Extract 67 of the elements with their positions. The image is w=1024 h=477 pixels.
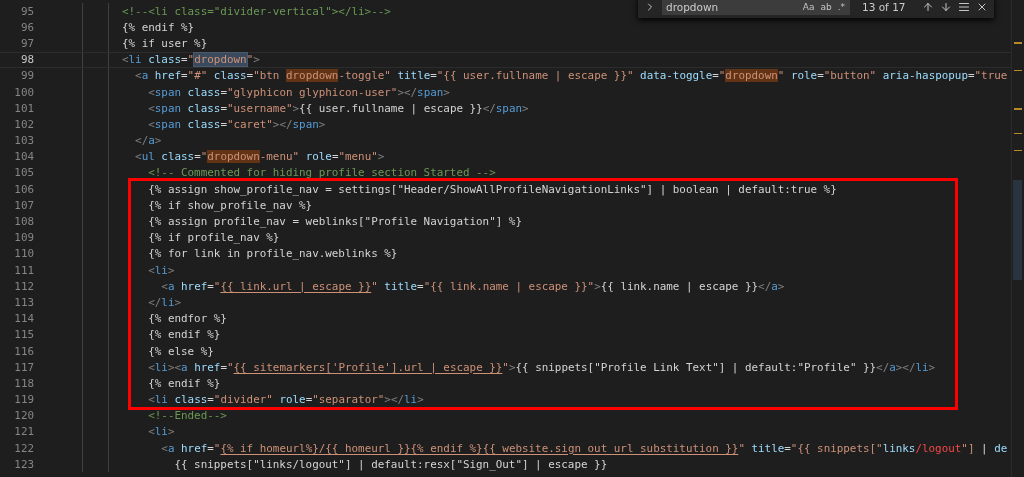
code-line: {% assign profile_nav = weblinks["Profile Navigation"] %}	[147, 215, 522, 229]
code-line: {% if show_profile_nav %}	[147, 198, 313, 212]
search-option-toggle[interactable]: Aa	[801, 2, 816, 12]
line-number: 120	[13, 409, 34, 423]
line-number: 101	[13, 101, 34, 115]
line-number: 111	[13, 263, 34, 277]
code-line: <span class="username">{{ user.fullname | escape }}</span>	[147, 101, 529, 115]
line-number: 98	[19, 53, 34, 67]
lines-icon[interactable]	[957, 1, 970, 13]
code-line: <!-- Commented for hiding profile section Started -->	[147, 166, 496, 180]
search-query: dropdown	[666, 1, 720, 13]
code-line: <a href="{{ link.url | escape }}" title="{{ link.name | escape }}">{{ link.name | escape }}</a>	[160, 279, 785, 293]
line-number: 115	[13, 328, 34, 342]
code-line: </li>	[147, 295, 182, 309]
code-line: <a href="{% if homeurl%}/{{ homeurl }}{% endif %}{{ website.sign_out_url_substitution }}" title="{{ snippets["links/logout"] | de	[160, 441, 1008, 455]
code-line: <span class="glyphicon glyphicon-user"></span>	[147, 85, 450, 99]
line-number: 110	[13, 247, 34, 261]
line-number: 102	[13, 117, 34, 131]
line-number: 103	[13, 134, 34, 148]
line-number: 105	[13, 166, 34, 180]
code-line: {% endif %}	[122, 20, 195, 34]
line-number: 100	[13, 85, 34, 99]
code-line: {% if profile_nav %}	[147, 231, 280, 245]
line-number: 97	[19, 36, 34, 50]
line-number: 121	[13, 425, 34, 439]
line-number: 122	[13, 441, 34, 455]
line-number: 104	[13, 150, 34, 164]
search-option-toggle[interactable]: ab	[819, 2, 833, 12]
code-line: {% else %}	[147, 344, 214, 358]
code-line: <li><a href="{{ sitemarkers['Profile'].url | escape }}">{{ snippets["Profile Link Text"] | default:"Profile" }}</a></li>	[147, 360, 936, 374]
code-line: <a href="#" class="btn dropdown-toggle" title="{{ user.fullname | escape }}" data-toggle="dropdown" role="button" aria-haspopup="true	[134, 69, 1008, 83]
code-line: <!--<li class="divider-vertical"></li>-->	[122, 4, 391, 18]
line-number: 95	[19, 4, 34, 18]
line-number: 118	[13, 376, 34, 390]
search-option-toggle[interactable]: .*	[836, 2, 846, 12]
match-count: 13 of 17	[862, 1, 906, 13]
code-line: {% assign show_profile_nav = settings["Header/ShowAllProfileNavigationLinks"] | boolean | default:true %}	[147, 182, 837, 196]
line-number: 119	[13, 393, 34, 407]
code-line: {% if user %}	[122, 36, 208, 50]
code-line: {% for link in profile_nav.weblinks %}	[147, 247, 398, 261]
code-line: <li class="dropdown">	[122, 53, 260, 67]
code-line: {% endif %}	[147, 328, 221, 342]
code-line: {% endfor %}	[147, 312, 227, 326]
line-number: 99	[19, 69, 34, 83]
line-number: 109	[13, 231, 34, 245]
code-line: <ul class="dropdown-menu" role="menu">	[134, 150, 385, 164]
arrow-up-icon[interactable]	[921, 1, 934, 13]
line-number: 106	[13, 182, 34, 196]
line-number: 108	[13, 215, 34, 229]
line-number: 96	[19, 20, 34, 34]
code-line: <li>	[147, 263, 175, 277]
code-line: <!--Ended-->	[147, 409, 227, 423]
line-number: 107	[13, 198, 34, 212]
code-line: <span class="caret"></span>	[147, 117, 326, 131]
line-number: 113	[13, 295, 34, 309]
code-line: {% endif %}	[147, 376, 221, 390]
arrow-down-icon[interactable]	[939, 1, 952, 13]
search-field[interactable]: dropdown Aa ab .*	[662, 0, 850, 15]
code-line: <li class="divider" role="separator"></li>	[147, 393, 424, 407]
line-number: 117	[13, 360, 34, 374]
code-line: <li>	[147, 425, 175, 439]
code-line: </a>	[134, 134, 162, 148]
line-number: 123	[13, 457, 34, 471]
line-number: 114	[13, 312, 34, 326]
line-number: 112	[13, 279, 34, 293]
code-line: {{ snippets["links/logout"] | default:resx["Sign_Out"] | escape }}	[173, 457, 608, 471]
line-number: 116	[13, 344, 34, 358]
